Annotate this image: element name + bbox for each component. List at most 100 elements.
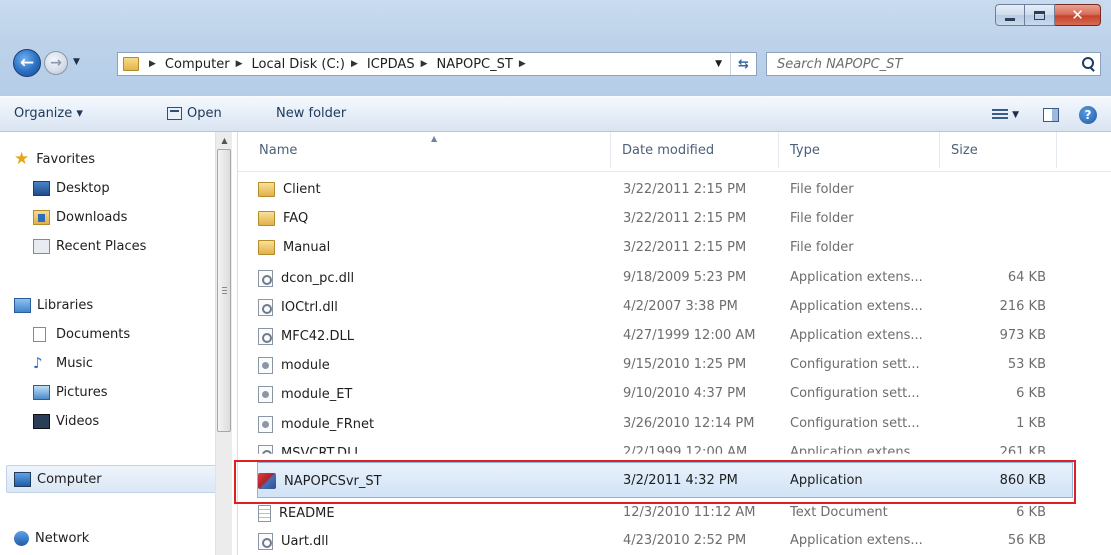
computer-icon xyxy=(14,472,31,487)
config-icon xyxy=(258,357,273,375)
file-date: 3/26/2010 12:14 PM xyxy=(623,415,755,431)
nav-item-pictures[interactable]: Pictures xyxy=(33,385,107,400)
nav-item-documents[interactable]: Documents xyxy=(33,327,130,342)
views-dropdown-icon[interactable]: ▼ xyxy=(1012,110,1019,120)
file-type: File folder xyxy=(790,211,854,227)
column-divider[interactable] xyxy=(610,132,611,168)
file-name: README xyxy=(279,506,335,521)
breadcrumb-icpdas[interactable]: ICPDAS xyxy=(367,57,415,72)
file-type: File folder xyxy=(790,182,854,197)
breadcrumb-computer[interactable]: Computer xyxy=(165,57,230,72)
nav-libraries[interactable]: Libraries xyxy=(14,298,93,313)
libraries-icon xyxy=(14,298,31,313)
column-size[interactable]: Size xyxy=(951,143,978,158)
star-icon: ★ xyxy=(14,149,30,169)
file-row[interactable]: module 9/15/2010 1:25 PM Configuration set… xyxy=(258,351,1078,380)
change-view-icon[interactable] xyxy=(992,108,1009,121)
help-icon[interactable]: ? xyxy=(1079,105,1097,124)
chevron-right-icon[interactable]: ▶ xyxy=(519,59,526,69)
file-date: 9/18/2009 5:23 PM xyxy=(623,269,747,285)
file-row[interactable]: IOCtrl.dll 4/2/2007 3:38 PM Application ex… xyxy=(258,293,1078,322)
nav-computer[interactable]: Computer xyxy=(14,472,102,487)
file-name-cell: module xyxy=(258,357,330,375)
file-type: Application extens... xyxy=(790,328,923,343)
file-date: 3/22/2011 2:15 PM xyxy=(623,182,747,197)
close-button[interactable]: ✕ xyxy=(1055,4,1101,26)
nav-item-videos[interactable]: Videos xyxy=(33,414,99,429)
nav-item-recent-places[interactable]: Recent Places xyxy=(33,239,146,254)
file-name-cell: README xyxy=(258,505,335,522)
file-date: 9/15/2010 1:25 PM xyxy=(623,357,747,373)
text-icon xyxy=(258,505,271,522)
file-name-cell: Uart.dll xyxy=(258,533,329,550)
file-name: module_ET xyxy=(281,387,353,403)
file-row[interactable]: dcon_pc.dll 9/18/2009 5:23 PM Application … xyxy=(258,264,1078,293)
file-name: IOCtrl.dll xyxy=(281,299,338,315)
column-date-modified[interactable]: Date modified xyxy=(622,143,714,158)
organize-button[interactable]: Organize ▾ xyxy=(14,106,83,121)
preview-pane-icon[interactable] xyxy=(1043,107,1059,122)
file-row[interactable]: module_FRnet 3/26/2010 12:14 PM Configurat… xyxy=(258,410,1078,439)
folder-icon xyxy=(258,182,275,197)
file-type: Text Document xyxy=(790,505,888,520)
file-type: Configuration sett... xyxy=(790,357,920,373)
network-icon xyxy=(14,531,29,546)
column-divider[interactable] xyxy=(1056,132,1057,168)
open-button[interactable]: Open xyxy=(167,106,222,121)
file-row[interactable]: Uart.dll 4/23/2010 2:52 PM Application ext… xyxy=(258,527,1078,555)
chevron-right-icon[interactable]: ▶ xyxy=(351,59,358,69)
maximize-button[interactable] xyxy=(1025,4,1055,26)
file-size: 56 KB xyxy=(1007,533,1046,548)
column-divider[interactable] xyxy=(778,132,779,168)
folder-icon xyxy=(258,211,275,227)
search-box[interactable]: Search NAPOPC_ST xyxy=(766,52,1101,76)
file-row[interactable]: Client 3/22/2011 2:15 PM File folder xyxy=(258,176,1078,205)
file-type: File folder xyxy=(790,240,854,256)
scroll-up-icon[interactable]: ▲ xyxy=(216,132,233,149)
back-button[interactable]: ← xyxy=(13,49,41,77)
dll-icon xyxy=(258,533,273,550)
chevron-right-icon[interactable]: ▶ xyxy=(236,59,243,69)
minimize-button[interactable] xyxy=(995,4,1025,26)
chevron-right-icon[interactable]: ▶ xyxy=(421,59,428,69)
column-type[interactable]: Type xyxy=(790,143,820,158)
config-icon xyxy=(258,415,273,433)
breadcrumb-local-disk[interactable]: Local Disk (C:) xyxy=(251,57,344,72)
file-row[interactable]: Manual 3/22/2011 2:15 PM File folder xyxy=(258,234,1078,263)
file-name-cell: Manual xyxy=(258,240,330,256)
nav-favorites[interactable]: ★ Favorites xyxy=(14,149,95,169)
nav-network[interactable]: Network xyxy=(14,531,89,546)
refresh-button[interactable]: ⇆ xyxy=(730,53,756,75)
folder-icon xyxy=(258,240,275,256)
new-folder-button[interactable]: New folder xyxy=(276,106,346,121)
file-size: 53 KB xyxy=(1007,357,1046,373)
file-name: FAQ xyxy=(283,211,309,227)
file-size: 6 KB xyxy=(1016,505,1046,520)
navigation-scrollbar[interactable]: ▲ xyxy=(215,132,232,555)
file-size: 1 KB xyxy=(1016,415,1046,431)
file-name: module xyxy=(281,358,330,374)
address-dropdown-icon[interactable]: ▼ xyxy=(715,59,722,69)
file-row[interactable]: MFC42.DLL 4/27/1999 12:00 AM Application e… xyxy=(258,322,1078,351)
search-input[interactable]: Search NAPOPC_ST xyxy=(767,57,1078,72)
forward-button[interactable]: → xyxy=(44,51,68,75)
file-name: module_FRnet xyxy=(281,416,375,432)
breadcrumb-napopc-st[interactable]: NAPOPC_ST xyxy=(437,57,513,72)
file-date: 12/3/2010 11:12 AM xyxy=(623,505,756,520)
recent-places-icon xyxy=(33,239,50,254)
nav-item-desktop[interactable]: Desktop xyxy=(33,181,110,196)
chevron-right-icon[interactable]: ▶ xyxy=(149,59,156,69)
nav-item-music[interactable]: ♪ Music xyxy=(33,356,93,372)
column-divider[interactable] xyxy=(939,132,940,168)
column-name[interactable]: Name xyxy=(259,143,297,158)
scrollbar-thumb[interactable] xyxy=(217,149,231,432)
recent-pages-dropdown[interactable]: ▼ xyxy=(73,57,80,67)
sort-ascending-icon: ▲ xyxy=(431,134,438,143)
grip-icon xyxy=(222,287,227,294)
minimize-icon xyxy=(1005,17,1015,21)
file-row[interactable]: FAQ 3/22/2011 2:15 PM File folder xyxy=(258,205,1078,234)
address-bar[interactable]: ▶ Computer ▶ Local Disk (C:) ▶ ICPDAS ▶ … xyxy=(117,52,757,76)
search-icon[interactable] xyxy=(1078,53,1100,75)
file-row[interactable]: module_ET 9/10/2010 4:37 PM Configuration … xyxy=(258,380,1078,409)
nav-item-downloads[interactable]: Downloads xyxy=(33,210,127,225)
